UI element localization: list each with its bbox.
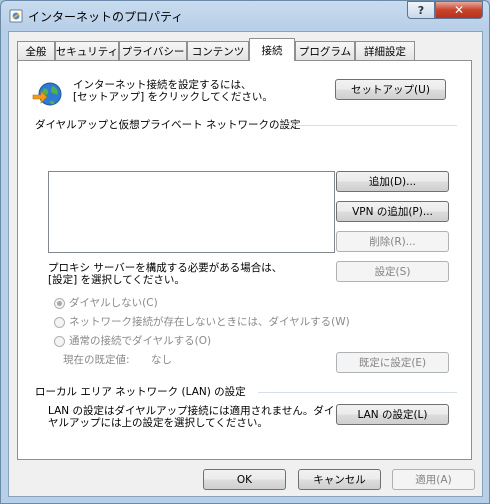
tab-privacy[interactable]: プライバシー xyxy=(119,41,187,60)
tab-programs[interactable]: プログラム xyxy=(295,41,355,60)
setup-button[interactable]: セットアップ(U) xyxy=(335,79,446,100)
section-divider xyxy=(258,392,457,393)
tab-security[interactable]: セキュリティ xyxy=(55,41,119,60)
set-default-button[interactable]: 既定に設定(E) xyxy=(336,352,449,373)
tab-connections[interactable]: 接続 xyxy=(249,38,295,61)
never-dial-label: ダイヤルしない(C) xyxy=(69,297,158,309)
help-button[interactable]: ? xyxy=(407,1,435,19)
connections-panel: インターネット接続を設定するには、 [セットアップ] をクリックしてください。 … xyxy=(17,60,472,460)
section-divider xyxy=(280,125,457,126)
tab-content[interactable]: コンテンツ xyxy=(187,41,249,60)
tab-advanced[interactable]: 詳細設定 xyxy=(355,41,415,60)
proxy-text-line1: プロキシ サーバーを構成する必要がある場合は、 xyxy=(48,262,283,274)
current-default-label: 現在の既定値: xyxy=(63,354,130,366)
always-dial-label: 通常の接続でダイヤルする(O) xyxy=(69,335,212,347)
properties-window: インターネットのプロパティ ? ✕ 全般 セキュリティ プライバシー コンテンツ… xyxy=(0,0,490,504)
setup-text-line1: インターネット接続を設定するには、 xyxy=(73,79,252,91)
lan-text-line1: LAN の設定はダイヤルアップ接続には適用されません。ダイ xyxy=(48,405,335,417)
lan-text-line2: ヤルアップには上の設定を選択してください。 xyxy=(48,417,268,429)
title-bar[interactable]: インターネットのプロパティ ? ✕ xyxy=(1,1,489,31)
settings-button[interactable]: 設定(S) xyxy=(336,261,449,282)
globe-connection-icon xyxy=(32,82,62,106)
lan-heading: ローカル エリア ネットワーク (LAN) の設定 xyxy=(35,386,246,398)
current-default-value: なし xyxy=(151,354,172,366)
window-title: インターネットのプロパティ xyxy=(28,10,184,24)
cancel-button[interactable]: キャンセル xyxy=(298,469,381,490)
always-dial-radio[interactable] xyxy=(54,336,65,347)
lan-settings-button[interactable]: LAN の設定(L) xyxy=(336,404,449,425)
close-button[interactable]: ✕ xyxy=(435,1,483,19)
add-vpn-button[interactable]: VPN の追加(P)... xyxy=(336,201,449,222)
dial-when-no-network-radio[interactable] xyxy=(54,317,65,328)
internet-options-icon xyxy=(9,9,23,23)
remove-button[interactable]: 削除(R)... xyxy=(336,231,449,252)
never-dial-radio[interactable] xyxy=(54,298,65,309)
setup-text-line2: [セットアップ] をクリックしてください。 xyxy=(73,91,273,103)
dialog-client: 全般 セキュリティ プライバシー コンテンツ 接続 プログラム 詳細設定 インタ… xyxy=(8,31,483,497)
add-button[interactable]: 追加(D)... xyxy=(336,171,449,192)
apply-button[interactable]: 適用(A) xyxy=(392,469,475,490)
dialup-connections-list[interactable] xyxy=(48,171,335,253)
tab-general[interactable]: 全般 xyxy=(17,41,55,60)
proxy-text-line2: [設定] を選択してください。 xyxy=(48,274,185,286)
dial-when-no-network-label: ネットワーク接続が存在しないときには、ダイヤルする(W) xyxy=(69,316,350,328)
ok-button[interactable]: OK xyxy=(203,469,286,490)
dialup-vpn-heading: ダイヤルアップと仮想プライベート ネットワークの設定 xyxy=(35,119,301,131)
